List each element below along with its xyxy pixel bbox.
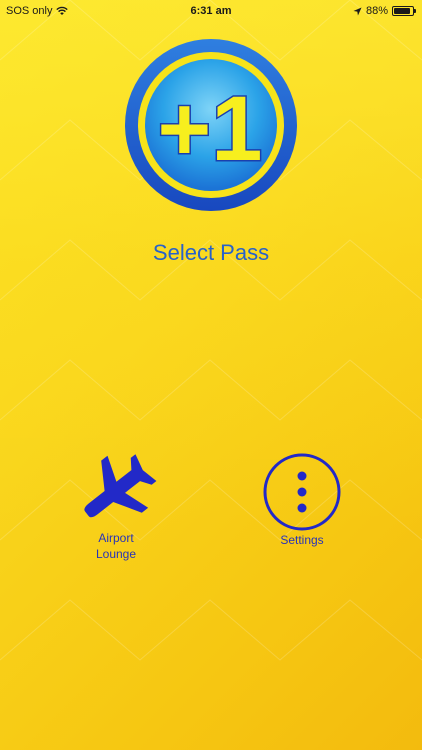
airport-lounge-label: Airport Lounge (95, 531, 137, 561)
battery-percent: 88% (365, 5, 388, 17)
battery-icon (392, 6, 416, 16)
settings-button[interactable]: Settings (252, 452, 352, 548)
select-pass-title: Select Pass (152, 240, 270, 265)
settings-label: Settings (280, 533, 324, 547)
battery-level-fill (394, 8, 410, 14)
status-bar: SOS only 6:31 am 88% (0, 0, 422, 24)
more-vertical-circle-icon (263, 453, 341, 531)
airport-lounge-button[interactable]: Airport Lounge (66, 452, 166, 562)
location-arrow-icon (353, 6, 362, 16)
app-screen: SOS only 6:31 am 88% +1 Select Pass Airp… (0, 0, 422, 750)
plus-one-logo: +1 (125, 39, 297, 211)
airplane-icon (84, 454, 157, 518)
logo-text: +1 (158, 78, 263, 180)
status-right: 88% (353, 5, 416, 17)
